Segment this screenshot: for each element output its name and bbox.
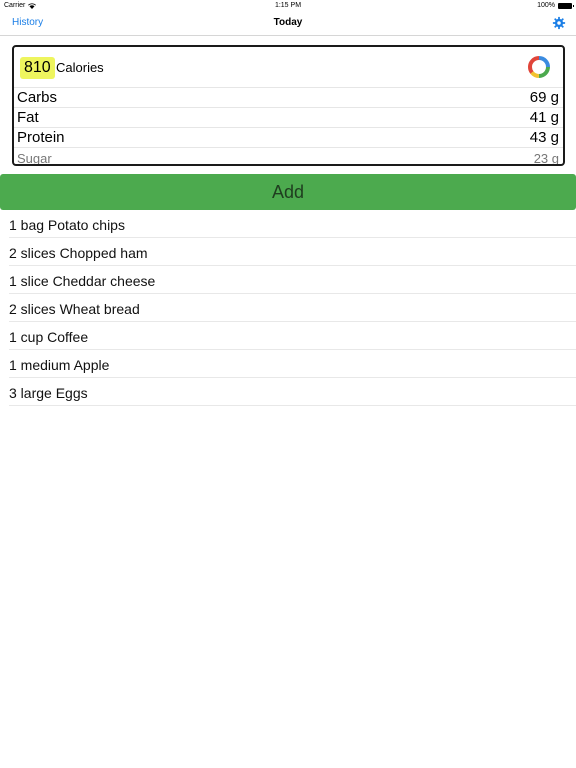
macro-value: 69 g [529, 89, 559, 106]
status-bar: Carrier 1:15 PM 100% [0, 0, 576, 12]
battery-indicator: 100% [537, 2, 574, 9]
macro-row-protein: Protein 43 g [14, 128, 563, 148]
list-item[interactable]: 1 medium Apple [9, 350, 576, 378]
macro-donut-icon [528, 56, 550, 78]
battery-icon [558, 2, 574, 9]
food-item-label: 1 bag Potato chips [9, 217, 125, 233]
page-title: Today [273, 17, 303, 28]
nutrition-summary[interactable]: 810 Calories Carbs 69 g Fat 41 g Protein… [12, 45, 565, 166]
status-time: 1:15 PM [274, 2, 302, 9]
list-item[interactable]: 1 slice Cheddar cheese [9, 266, 576, 294]
food-item-label: 1 slice Cheddar cheese [9, 273, 156, 289]
gear-icon[interactable] [552, 16, 566, 30]
food-item-label: 2 slices Chopped ham [9, 245, 148, 261]
food-item-label: 2 slices Wheat bread [9, 301, 140, 317]
macro-value: 23 g [533, 151, 559, 166]
macro-row-sugar: Sugar 23 g [14, 148, 563, 166]
macro-name: Fat [17, 109, 39, 126]
food-list: 1 bag Potato chips 2 slices Chopped ham … [0, 210, 576, 406]
macro-row-fat: Fat 41 g [14, 108, 563, 128]
calories-label: Calories [56, 60, 104, 75]
macro-value: 41 g [529, 109, 559, 126]
macro-row-carbs: Carbs 69 g [14, 88, 563, 108]
calories-badge: 810 [20, 57, 55, 79]
macro-name: Protein [17, 129, 65, 146]
calories-row: 810 Calories [14, 47, 563, 88]
macro-name: Sugar [17, 151, 52, 166]
food-item-label: 3 large Eggs [9, 385, 88, 401]
list-item[interactable]: 1 cup Coffee [9, 322, 576, 350]
list-item[interactable]: 1 bag Potato chips [9, 210, 576, 238]
navigation-bar: History Today [0, 12, 576, 36]
list-item[interactable]: 2 slices Wheat bread [9, 294, 576, 322]
food-item-label: 1 medium Apple [9, 357, 110, 373]
list-item[interactable]: 3 large Eggs [9, 378, 576, 406]
battery-percent: 100% [537, 2, 555, 9]
macro-value: 43 g [529, 129, 559, 146]
food-item-label: 1 cup Coffee [9, 329, 89, 345]
macro-name: Carbs [17, 89, 58, 106]
list-item[interactable]: 2 slices Chopped ham [9, 238, 576, 266]
add-button[interactable]: Add [0, 174, 576, 210]
